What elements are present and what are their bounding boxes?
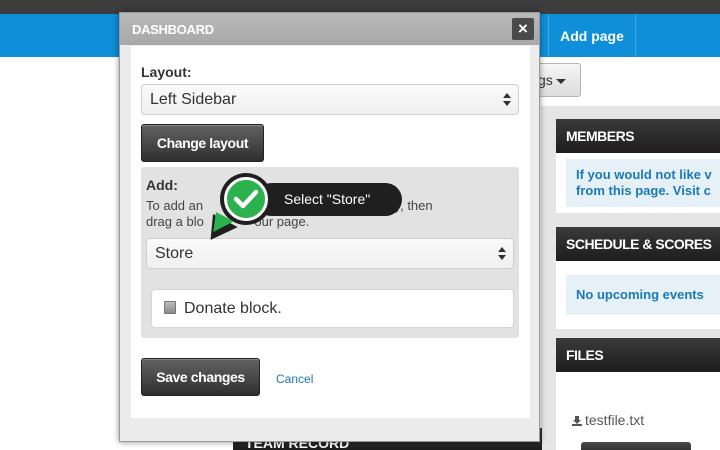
checkmark-icon (233, 189, 259, 209)
files-panel: FILES testfile.txt (556, 338, 720, 450)
download-icon (572, 416, 582, 426)
cancel-link[interactable]: Cancel (276, 372, 313, 386)
block-icon (164, 301, 176, 314)
members-title: MEMBERS (556, 119, 720, 153)
settings-button-label: gs (538, 72, 553, 88)
modal-title: DASHBOARD (120, 13, 539, 45)
schedule-panel: SCHEDULE & SCORES No upcoming events (556, 227, 720, 329)
donate-block-item[interactable]: Donate block. (151, 289, 514, 328)
members-note-line1: If you would not like v (576, 167, 712, 182)
layout-select-value: Left Sidebar (150, 91, 237, 108)
schedule-title: SCHEDULE & SCORES (556, 227, 720, 261)
add-label: Add: (146, 177, 178, 193)
caret-down-icon (555, 78, 566, 84)
layout-label: Layout: (141, 64, 192, 80)
members-panel: MEMBERS If you would not like v from thi… (556, 119, 720, 213)
tooltip-text: Select "Store" (284, 191, 371, 207)
donate-block-label: Donate block. (184, 300, 282, 317)
file-name: testfile.txt (585, 412, 645, 428)
change-layout-button[interactable]: Change layout (141, 124, 264, 162)
close-icon[interactable]: × (512, 18, 534, 40)
tooltip-bubble: Select "Store" (255, 183, 402, 216)
category-select[interactable]: Store (146, 238, 514, 269)
members-note-line2: from this page. Visit c (576, 183, 711, 198)
layout-select[interactable]: Left Sidebar (141, 84, 519, 115)
select-arrows-icon (498, 247, 506, 261)
add-help-line2: drag a blo our page. (146, 214, 310, 229)
category-select-value: Store (155, 245, 194, 262)
schedule-note: No upcoming events (566, 275, 720, 315)
files-title: FILES (556, 338, 720, 372)
members-note: If you would not like v from this page. … (566, 159, 720, 207)
file-item[interactable]: testfile.txt (556, 412, 712, 434)
checkmark-badge (224, 177, 268, 221)
add-page-link[interactable]: Add page (548, 14, 636, 57)
save-changes-button[interactable]: Save changes (141, 358, 260, 396)
select-arrows-icon (503, 93, 511, 107)
files-panel-button[interactable] (581, 442, 691, 450)
